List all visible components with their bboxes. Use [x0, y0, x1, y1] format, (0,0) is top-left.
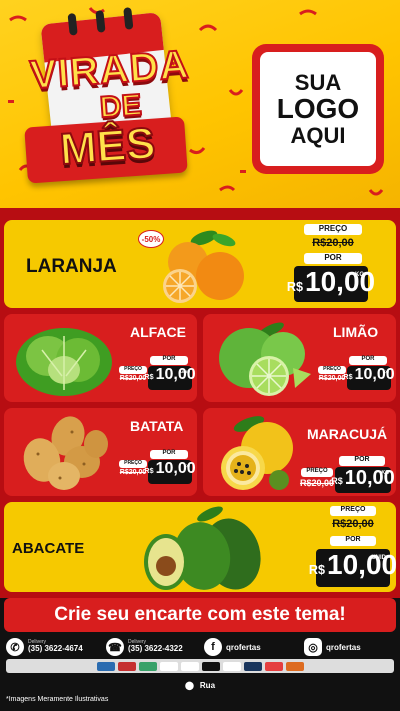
logo-placeholder: SUA LOGO AQUI	[252, 44, 384, 174]
preco-label: PREÇO	[304, 224, 362, 235]
por-label: POR	[150, 356, 188, 365]
avocado-icon	[144, 506, 261, 590]
contact-instagram[interactable]: ◎ qrofertas	[304, 636, 361, 658]
card-icon	[222, 661, 241, 671]
header-banner: VIRADA DE MÊS SUA LOGO AQUI	[0, 0, 400, 208]
product-name: LIMÃO	[333, 324, 379, 340]
old-price: R$20,00	[332, 518, 374, 530]
product-card-batata: BATATA POR PREÇO R$20,00 R$ 10,00 KG	[4, 408, 197, 496]
price-unit: UNID	[371, 555, 386, 561]
amex-icon	[96, 661, 115, 671]
card-icon	[180, 661, 199, 671]
potato-icon	[23, 416, 108, 490]
price-value: 10,00	[305, 266, 376, 297]
product-card-laranja: LARANJA -50% PREÇO R$20,00 POR R$ 10,00 …	[4, 220, 396, 308]
hipercard-icon	[285, 661, 304, 671]
phone-number: (35) 3622-4322	[128, 644, 183, 654]
new-price: R$ 10,00 KG	[343, 366, 395, 390]
passion-fruit-icon	[221, 416, 293, 490]
product-name: MARACUJÁ	[307, 426, 388, 442]
product-grid: LARANJA -50% PREÇO R$20,00 POR R$ 10,00 …	[0, 208, 400, 598]
card-icon	[117, 661, 136, 671]
contact-facebook[interactable]: f qrofertas	[204, 636, 261, 658]
address-text: Rua	[199, 680, 216, 690]
phone-icon: ☎	[106, 638, 124, 656]
product-name: ALFACE	[130, 324, 186, 340]
phone-number: (35) 3622-4674	[28, 644, 83, 654]
product-name: ABACATE	[12, 540, 85, 557]
price-unit: KG	[383, 369, 389, 374]
preco-label: PREÇO	[119, 366, 147, 374]
new-price: R$ 10,00 KG	[144, 460, 196, 484]
product-name: LARANJA	[26, 256, 117, 277]
product-card-abacate: ABACATE PREÇO R$20,00 POR R$ 10,00 UNID	[4, 502, 396, 592]
product-card-maracuja: MARACUJÁ POR PREÇO R$20,00 R$ 10,00 KG	[203, 408, 396, 496]
currency-symbol: R$	[331, 476, 343, 486]
product-name: BATATA	[130, 418, 184, 434]
logo-text-sua: SUA	[294, 70, 342, 96]
facebook-handle: qrofertas	[226, 642, 261, 652]
contact-phone1[interactable]: ✆ Delivery (35) 3622-4674	[6, 636, 83, 658]
lettuce-icon	[16, 328, 112, 396]
currency-symbol: R$	[308, 563, 326, 577]
facebook-icon: f	[204, 638, 222, 656]
price-value: 10,00	[327, 549, 396, 580]
por-label: POR	[349, 356, 387, 365]
visa-icon	[243, 661, 262, 671]
mastercard-icon	[264, 661, 283, 671]
contact-phone2[interactable]: ☎ Delivery (35) 3622-4322	[106, 636, 183, 658]
elo-icon	[201, 661, 220, 671]
cta-banner[interactable]: Crie seu encarte com este tema!	[4, 598, 396, 632]
location-icon: ⬤	[184, 680, 194, 690]
por-label: POR	[150, 450, 188, 459]
price-unit: UNID	[180, 369, 190, 374]
new-price: R$ 10,00 KG	[331, 467, 395, 493]
price-unit: KG	[184, 463, 190, 468]
instagram-handle: qrofertas	[326, 642, 361, 652]
disclaimer: *Imagens Meramente Ilustrativas	[6, 696, 109, 703]
currency-symbol: R$	[144, 372, 154, 381]
old-price: R$20,00	[299, 478, 335, 488]
cash-icon	[138, 661, 157, 671]
preco-label: PREÇO	[330, 506, 376, 516]
preco-label: PREÇO	[301, 468, 333, 477]
por-label: POR	[339, 456, 385, 466]
logo-text-aqui: AQUI	[290, 122, 346, 148]
new-price: R$ 10,00 KG	[287, 266, 375, 302]
new-price: R$ 10,00 UNID	[144, 366, 196, 390]
price-unit: KG	[355, 272, 364, 278]
currency-symbol: R$	[144, 466, 154, 475]
logo-text-logo: LOGO	[276, 93, 360, 125]
currency-symbol: R$	[286, 280, 304, 294]
currency-symbol: R$	[343, 372, 353, 381]
old-price: R$20,00	[312, 237, 354, 249]
preco-label: PREÇO	[318, 366, 346, 374]
orange-icon	[163, 230, 244, 303]
footer: ✆ Delivery (35) 3622-4674 ☎ Delivery (35…	[0, 632, 400, 711]
payment-methods	[6, 659, 394, 673]
preco-label: PREÇO	[119, 460, 147, 468]
new-price: R$ 10,00 UNID	[309, 549, 396, 587]
card-icon	[159, 661, 178, 671]
por-label: POR	[304, 253, 362, 264]
por-label: POR	[330, 536, 376, 546]
address: ⬤ Rua	[0, 678, 400, 692]
whatsapp-icon: ✆	[6, 638, 24, 656]
price-unit: KG	[381, 470, 390, 476]
product-card-limao: LIMÃO POR PREÇO R$20,00 R$ 10,00 KG	[203, 314, 396, 402]
instagram-icon: ◎	[304, 638, 322, 656]
lime-icon	[219, 322, 311, 396]
title-mes: MÊS	[57, 118, 158, 176]
product-card-alface: ALFACE POR PREÇO R$20,00 R$ 10,00 UNID	[4, 314, 197, 402]
